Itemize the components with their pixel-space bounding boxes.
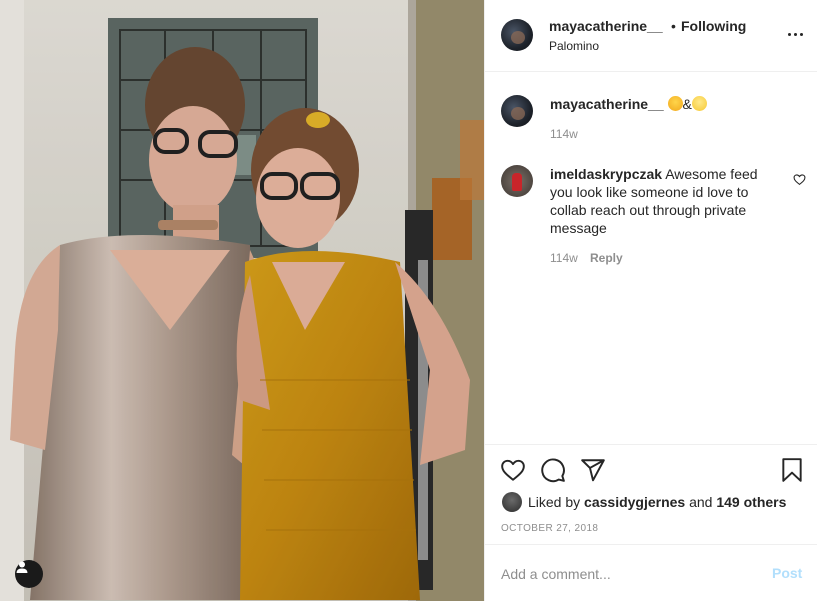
heart-icon[interactable] (500, 457, 526, 483)
following-button[interactable]: Following (681, 18, 746, 34)
user-tag-button[interactable] (15, 560, 43, 588)
post-date[interactable]: OCTOBER 27, 2018 (501, 523, 598, 534)
commenter-avatar[interactable] (501, 165, 533, 197)
comments-section: mayacatherine__ & 114w imeldaskrypczak A… (485, 72, 817, 444)
location-link[interactable]: Palomino (549, 39, 599, 53)
bookmark-icon[interactable] (779, 457, 805, 483)
user-tag-icon (16, 561, 28, 573)
hugging-face-emoji-icon (691, 96, 707, 111)
caption-ampersand: & (682, 96, 692, 112)
comment-composer: Post (485, 544, 817, 601)
caption-timestamp[interactable]: 114w (550, 127, 578, 141)
separator-dot: • (671, 18, 676, 34)
post-header: mayacatherine__ • Following Palomino (485, 0, 817, 72)
more-options-icon[interactable] (785, 24, 805, 44)
grinning-face-emoji-icon (667, 96, 683, 111)
author-avatar[interactable] (501, 19, 533, 51)
liked-by-and: and (689, 494, 713, 510)
add-comment-input[interactable] (501, 564, 751, 584)
comment-timestamp[interactable]: 114w (550, 251, 578, 265)
author-username[interactable]: mayacatherine__ (549, 18, 663, 34)
likes-summary: Liked by cassidygjernes and 149 others (528, 494, 786, 510)
comment-icon[interactable] (540, 457, 566, 483)
post-details-panel: mayacatherine__ • Following Palomino may… (484, 0, 817, 601)
comment: imeldaskrypczak Awesome feed you look li… (550, 165, 775, 237)
reply-button[interactable]: Reply (590, 251, 623, 265)
post-comment-button[interactable]: Post (772, 565, 802, 581)
liker-avatar[interactable] (502, 492, 522, 512)
first-liker-username[interactable]: cassidygjernes (584, 494, 685, 510)
liked-by-prefix: Liked by (528, 494, 581, 510)
caption-author-avatar[interactable] (501, 95, 533, 127)
post-photo[interactable] (0, 0, 484, 601)
photo-illustration (0, 0, 484, 601)
comment-username[interactable]: imeldaskrypczak (550, 166, 662, 182)
comment-like-heart-icon[interactable] (793, 173, 806, 186)
post-actions: Liked by cassidygjernes and 149 others O… (485, 444, 817, 544)
caption: mayacatherine__ & (550, 95, 790, 113)
share-icon[interactable] (580, 457, 606, 483)
caption-username[interactable]: mayacatherine__ (550, 96, 664, 112)
others-count-link[interactable]: 149 others (716, 494, 786, 510)
